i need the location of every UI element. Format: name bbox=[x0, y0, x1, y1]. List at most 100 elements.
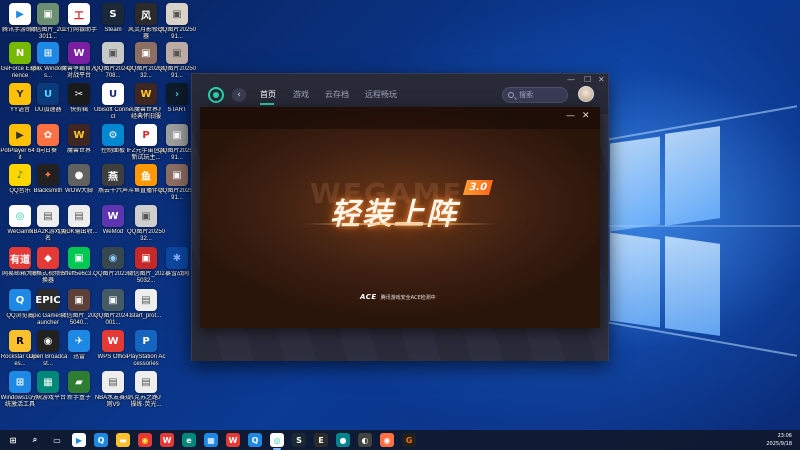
yy-icon: Y bbox=[9, 83, 31, 105]
image-icon: ▣ bbox=[102, 289, 124, 311]
maximize-button[interactable]: ☐ bbox=[584, 75, 591, 84]
firefox-icon[interactable]: ◉ bbox=[380, 433, 394, 447]
wegame-icon[interactable]: ◎ bbox=[270, 433, 284, 450]
file-icon: ▤ bbox=[135, 289, 157, 311]
search-icon bbox=[508, 92, 514, 98]
desktop-icon-grid: ▶ 腾讯手游助手 ▣ 微信图片_2023011... 工工行网银助手 S Steam 风风灵月… bbox=[0, 0, 197, 430]
rockstar-icon: R bbox=[9, 330, 31, 352]
version-badge: 3.0 bbox=[462, 180, 494, 195]
battlenet-icon: ✱ bbox=[166, 247, 188, 269]
task-view-icon[interactable]: ▭ bbox=[50, 433, 64, 447]
close-button[interactable]: ✕ bbox=[598, 75, 605, 84]
image-icon: ▣ bbox=[166, 124, 188, 146]
trainer-icon: 风 bbox=[135, 3, 157, 25]
image-icon: ▣ bbox=[166, 3, 188, 25]
nvidia-icon: N bbox=[9, 42, 31, 64]
ace-logo: ACE bbox=[360, 293, 377, 301]
wemod-icon: W bbox=[102, 205, 124, 227]
wegame-icon: ◎ bbox=[9, 205, 31, 227]
wow-classic-icon: W bbox=[135, 83, 157, 105]
image-icon: ▣ bbox=[135, 205, 157, 227]
qqbrowser-icon: Q bbox=[9, 289, 31, 311]
blank-slot bbox=[166, 371, 188, 393]
image-icon: ▣ bbox=[37, 3, 59, 25]
potplayer-icon: ▶ bbox=[9, 124, 31, 146]
ubisoft-icon: U bbox=[102, 83, 124, 105]
bigfoot-icon: ● bbox=[68, 164, 90, 186]
qqmusic-icon: ♪ bbox=[9, 164, 31, 186]
steam-icon: S bbox=[102, 3, 124, 25]
blank-slot bbox=[166, 205, 188, 227]
search-icon[interactable]: ⌕ bbox=[28, 433, 42, 447]
edge-icon[interactable]: e bbox=[182, 433, 196, 447]
sunflower-icon: ✿ bbox=[37, 124, 59, 146]
game-pad-icon[interactable]: ◐ bbox=[358, 433, 372, 447]
wps-icon[interactable]: W bbox=[160, 433, 174, 447]
search-placeholder: 搜索 bbox=[519, 91, 533, 99]
tab-cloud-save[interactable]: 云存档 bbox=[325, 89, 349, 100]
tencent-gamebox-icon: ▶ bbox=[9, 3, 31, 25]
desktop-icon[interactable]: ▰ 新手盒子 bbox=[61, 371, 97, 423]
obs-icon: ◉ bbox=[37, 330, 59, 352]
netease-mail-icon: 有道 bbox=[9, 247, 31, 269]
wegame-launch-popup: — ✕ WEGAME 3.0 轻装上阵 ACE 腾讯游戏安全ACE检测中 bbox=[200, 107, 600, 328]
wow-icon: W bbox=[68, 124, 90, 146]
wegame-logo[interactable] bbox=[208, 87, 224, 103]
image-icon: ▣ bbox=[68, 247, 90, 269]
file-explorer-icon[interactable]: ▬ bbox=[116, 433, 130, 447]
ace-status: ACE 腾讯游戏安全ACE检测中 bbox=[360, 293, 436, 301]
converter-icon: ◆ bbox=[37, 247, 59, 269]
windows-icon: ⊞ bbox=[37, 42, 59, 64]
ms-store-icon[interactable]: ▦ bbox=[204, 433, 218, 447]
teal-app-icon[interactable]: ● bbox=[336, 433, 350, 447]
popup-minimize-button[interactable]: — bbox=[566, 111, 575, 121]
qqbrowser-icon[interactable]: Q bbox=[248, 433, 262, 447]
image-icon: ◉ bbox=[102, 247, 124, 269]
playstation-icon: P bbox=[135, 330, 157, 352]
uu-icon: U bbox=[37, 83, 59, 105]
chrome-icon[interactable]: ◉ bbox=[138, 433, 152, 447]
popup-close-button[interactable]: ✕ bbox=[582, 111, 590, 121]
blank-slot bbox=[166, 289, 188, 311]
glow-line bbox=[305, 223, 495, 225]
wps-icon[interactable]: W bbox=[226, 433, 240, 447]
icbc-icon: 工 bbox=[68, 3, 90, 25]
start-windows-icon[interactable]: ⊞ bbox=[6, 433, 20, 447]
search-input[interactable]: 搜索 bbox=[502, 87, 568, 103]
newbie-box-icon: ▰ bbox=[68, 371, 90, 393]
windows10-tool-icon: ⊞ bbox=[9, 371, 31, 393]
popup-headline: 轻装上阵 bbox=[330, 197, 458, 232]
image-icon: ▣ bbox=[166, 42, 188, 64]
start-icon: › bbox=[166, 83, 188, 105]
steam-icon[interactable]: S bbox=[292, 433, 306, 447]
image-icon: ▣ bbox=[102, 42, 124, 64]
yanyun-icon: 燕 bbox=[102, 164, 124, 186]
document-icon: ▤ bbox=[135, 371, 157, 393]
wps-icon: W bbox=[102, 330, 124, 352]
avatar[interactable] bbox=[578, 86, 594, 102]
flag-icon[interactable]: G bbox=[402, 433, 416, 447]
blacksmith-icon: ✦ bbox=[37, 164, 59, 186]
tab-remote-play[interactable]: 远程畅玩 bbox=[365, 89, 397, 100]
image-icon: ▣ bbox=[166, 164, 188, 186]
desktop-icon bbox=[159, 371, 195, 423]
tencent-gamebox-icon[interactable]: ▶ bbox=[72, 433, 86, 447]
douyu-icon: 鱼 bbox=[135, 164, 157, 186]
xunlei-icon: ✈ bbox=[68, 330, 90, 352]
tab-games[interactable]: 游戏 bbox=[293, 89, 309, 100]
document-icon: ▤ bbox=[37, 205, 59, 227]
back-button[interactable]: ‹ bbox=[232, 88, 246, 102]
system-clock[interactable]: 23:06 2025/9/18 bbox=[766, 432, 792, 448]
qqbrowser-icon[interactable]: Q bbox=[94, 433, 108, 447]
clock-time: 23:06 bbox=[777, 433, 792, 439]
tab-home[interactable]: 首页 bbox=[260, 89, 276, 100]
image-icon: ▣ bbox=[68, 289, 90, 311]
epic-icon: EPIC bbox=[35, 289, 61, 311]
popup-title-strip bbox=[200, 107, 600, 129]
minimize-button[interactable]: — bbox=[567, 75, 575, 84]
image-icon: ▣ bbox=[135, 42, 157, 64]
epic-icon[interactable]: E bbox=[314, 433, 328, 447]
control-panel-icon: ⚙ bbox=[102, 124, 124, 146]
desktop-icon-label: QQ图片2025091... bbox=[157, 27, 197, 40]
image-icon: ▣ bbox=[135, 247, 157, 269]
